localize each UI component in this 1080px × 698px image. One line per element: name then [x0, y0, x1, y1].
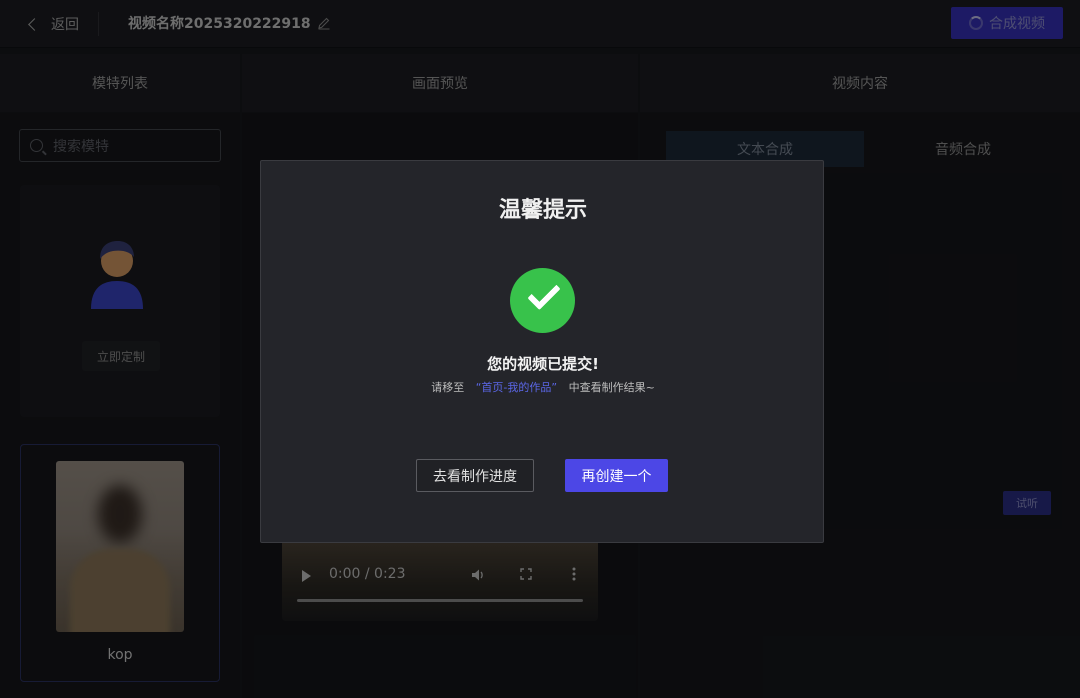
dialog-subtext: 请移至 “首页-我的作品” 中查看制作结果~: [261, 379, 825, 395]
create-another-button[interactable]: 再创建一个: [565, 459, 668, 492]
check-circle-icon: [510, 268, 575, 333]
app-root: 返回 视频名称2025320222918 合成视频 模特列表 画面预览 视频内容…: [0, 0, 1080, 698]
dialog-title: 温馨提示: [498, 198, 587, 223]
view-progress-button[interactable]: 去看制作进度: [416, 459, 534, 492]
my-works-link[interactable]: “首页-我的作品”: [476, 381, 557, 394]
dialog-message: 您的视频已提交!: [487, 355, 599, 373]
subtext-prefix: 请移至: [431, 381, 465, 394]
success-dialog: 温馨提示 您的视频已提交! 请移至 “首页-我的作品” 中查看制作结果~ 去看制…: [260, 160, 824, 543]
subtext-suffix: 中查看制作结果~: [568, 381, 655, 394]
